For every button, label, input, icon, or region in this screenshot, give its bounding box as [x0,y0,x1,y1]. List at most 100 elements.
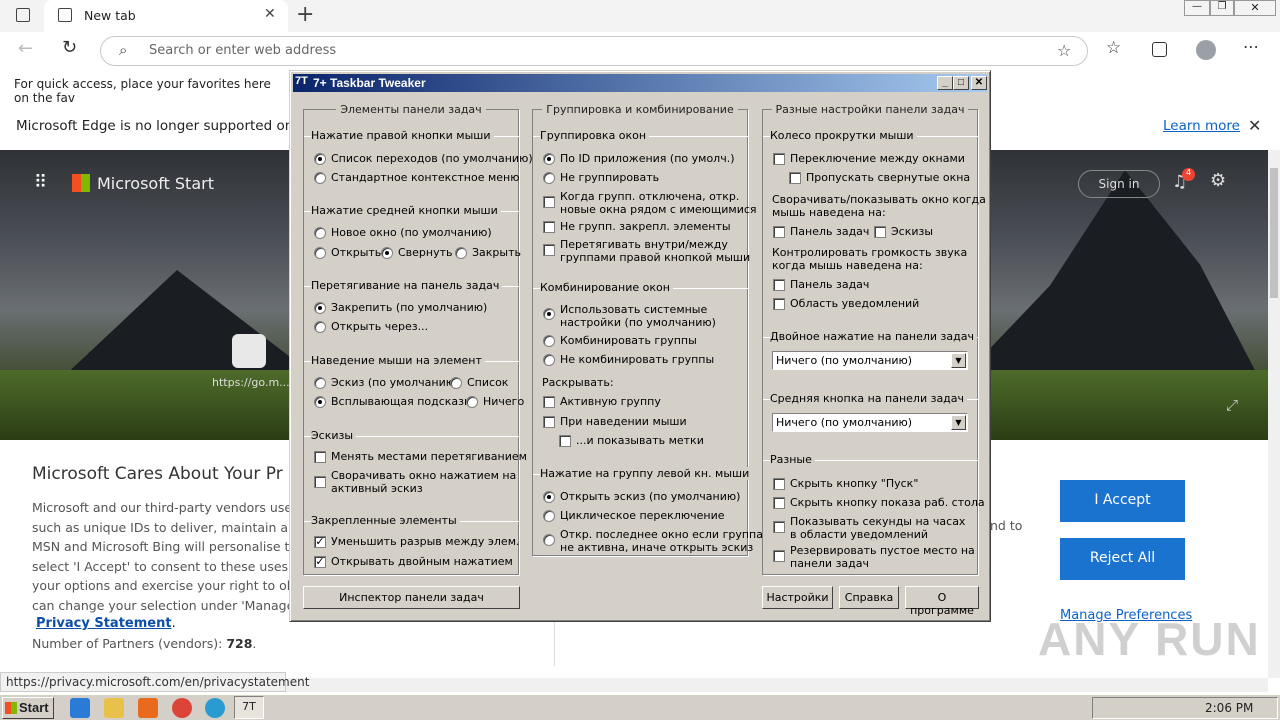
privacy-statement-link[interactable]: Privacy Statement [36,616,172,631]
vertical-scrollbar[interactable] [1268,150,1280,678]
checkbox-volume-taskbar[interactable] [773,279,785,291]
checkbox-wheel-taskbar[interactable] [773,226,785,238]
radio-open[interactable] [314,247,326,259]
add-favorite-icon[interactable]: ☆ [1057,41,1071,60]
checkbox-volume-tray[interactable] [773,298,785,310]
chevron-down-icon[interactable]: ▼ [951,415,966,430]
checkbox-no-group-pinned[interactable] [543,221,555,233]
about-button[interactable]: О программе [905,586,979,617]
radio-label: Не комбинировать группы [560,353,715,366]
section-middle-button: Средняя кнопка на панели задач [770,392,968,405]
checkbox-show-seconds[interactable] [773,521,785,533]
dialog-minimize-button[interactable]: _ [937,76,953,90]
restore-button[interactable]: ❐ [1210,0,1234,16]
checkbox-label: Эскизы [891,225,934,238]
radio-close[interactable] [455,247,467,259]
more-icon[interactable]: ⋯ [1243,37,1259,56]
checkbox-drag-right-button[interactable] [543,244,555,256]
chevron-down-icon[interactable]: ▼ [951,353,966,368]
ie-icon[interactable] [70,698,90,718]
address-bar[interactable]: ⌕ Search or enter web address ☆ [100,36,1088,66]
select-double-click[interactable]: Ничего (по умолчанию) ▼ [772,351,968,370]
checkbox-double-click-open[interactable]: ✓ [314,556,326,568]
close-infobar-icon[interactable]: ✕ [1248,116,1261,135]
radio-context-menu[interactable] [314,172,326,184]
profile-avatar[interactable] [1196,40,1216,60]
radio-list[interactable] [450,377,462,389]
new-tab-button[interactable]: + [296,2,314,27]
checkbox-show-labels[interactable] [559,435,571,447]
radio-tooltip[interactable] [314,396,326,408]
radio-label: Список переходов (по умолчанию) [331,152,533,165]
expand-icon[interactable]: ⤢ [1226,396,1238,414]
media-player-icon[interactable] [138,698,158,718]
radio-open-with[interactable] [314,321,326,333]
select-middle-button[interactable]: Ничего (по умолчанию) ▼ [772,413,968,432]
chrome-icon[interactable] [172,698,192,718]
select-value: Ничего (по умолчанию) [776,416,913,429]
radio-dont-combine[interactable] [543,354,555,366]
checkbox-reduce-gap[interactable]: ✓ [314,536,326,548]
edge-icon[interactable] [205,698,225,718]
explorer-icon[interactable] [104,698,124,718]
checkbox-hide-show-desktop[interactable] [773,497,785,509]
radio-pin[interactable] [314,302,326,314]
checkbox-open-beside[interactable] [543,196,555,208]
favorites-icon[interactable]: ☆ [1106,38,1121,58]
apps-icon[interactable]: ⠿ [34,172,47,193]
checkbox-wheel-thumbnails[interactable] [874,226,886,238]
radio-open-thumbnail[interactable] [543,491,555,503]
back-icon[interactable]: ← [18,38,33,59]
dialog-titlebar[interactable]: 7T 7+ Taskbar Tweaker _ □ ✕ [293,74,987,92]
checkbox-skip-minimized[interactable] [789,172,801,184]
section-pinned: Закрепленные элементы [311,514,460,527]
settings-icon[interactable]: ⚙ [1210,170,1226,191]
learn-more-link[interactable]: Learn more [1163,118,1240,134]
clock: 2:06 PM [1205,701,1254,715]
radio-label: Список [467,376,509,389]
radio-minimize[interactable] [381,247,393,259]
checkbox-switch-windows[interactable] [773,153,785,165]
radio-cycle[interactable] [543,510,555,522]
refresh-icon[interactable]: ↻ [62,37,77,58]
inspector-button[interactable]: Инспектор панели задач [303,586,520,609]
tab-new-tab[interactable]: New tab ✕ [44,0,288,32]
close-window-button[interactable]: ✕ [1234,0,1276,16]
section-wheel: Колесо прокрутки мыши [770,129,917,142]
close-tab-icon[interactable]: ✕ [264,6,276,22]
radio-group-by-id[interactable] [543,153,555,165]
radio-nothing[interactable] [466,396,478,408]
checkbox-minimize-active[interactable] [314,476,326,488]
tab-actions-icon[interactable] [16,8,30,22]
sign-in-button[interactable]: Sign in [1078,170,1160,198]
checkbox-label: Панель задач [790,225,870,238]
checkbox-reserve-space[interactable] [773,550,785,562]
checkbox-on-hover[interactable] [543,416,555,428]
checkbox-label: новые окна рядом с имеющимися [560,203,757,216]
address-input[interactable]: Search or enter web address [149,43,336,58]
settings-button[interactable]: Настройки [762,586,833,609]
start-button[interactable]: Start [2,697,54,719]
tile-icon[interactable] [232,334,266,368]
checkbox-swap-drag[interactable] [314,451,326,463]
radio-combine-groups[interactable] [543,335,555,347]
minimize-button[interactable]: — [1184,0,1210,16]
tab-title: New tab [84,8,136,23]
accept-button[interactable]: I Accept [1060,480,1185,522]
radio-jump-list[interactable] [314,153,326,165]
collections-icon[interactable] [1152,42,1167,57]
checkbox-label: Не групп. закрепл. элементы [560,220,731,233]
dialog-close-button[interactable]: ✕ [971,76,987,90]
radio-no-grouping[interactable] [543,172,555,184]
radio-new-window[interactable] [314,227,326,239]
radio-system-settings[interactable] [543,308,555,320]
radio-thumbnail[interactable] [314,377,326,389]
checkbox-active-group[interactable] [543,396,555,408]
checkbox-hide-start[interactable] [773,478,785,490]
radio-open-last[interactable] [543,534,555,546]
help-button[interactable]: Справка [839,586,899,609]
radio-label: Стандартное контекстное меню [331,171,520,184]
dialog-maximize-button[interactable]: □ [953,76,969,90]
reject-all-button[interactable]: Reject All [1060,538,1185,580]
tweaker-taskbar-button[interactable]: 7T [234,696,264,719]
